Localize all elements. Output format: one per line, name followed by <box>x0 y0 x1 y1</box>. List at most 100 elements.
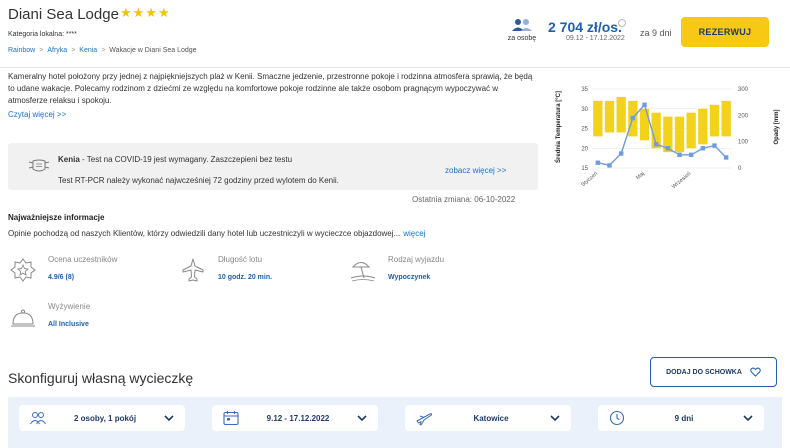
y-tick-right: 200 <box>738 113 749 119</box>
people-icon <box>512 19 532 31</box>
food-cloche-icon <box>11 309 35 327</box>
temperature-bar <box>709 104 720 137</box>
dates-dropdown[interactable]: 9.12 - 17.12.2022 <box>212 405 378 431</box>
face-mask-icon <box>28 159 50 172</box>
temperature-bar <box>616 96 626 133</box>
y-tick-left: 30 <box>581 107 588 113</box>
participants-value: 2 osoby, 1 pokój <box>73 413 137 423</box>
beach-icon <box>350 262 376 282</box>
precipitation-point <box>700 146 706 151</box>
temperature-bar <box>674 116 685 153</box>
chevron-down-icon <box>743 415 753 422</box>
precipitation-point <box>688 152 694 158</box>
breadcrumb-separator: > <box>71 47 76 54</box>
covid-title-text: - Test na COVID-19 jest wymagany. Zaszcz… <box>79 155 293 164</box>
breadcrumb-item-current: Wakacje w Diani Sea Lodge <box>109 47 197 54</box>
precipitation-point <box>712 143 717 148</box>
y-axis-label-right: Opady [mm] <box>774 109 780 144</box>
covid-more-link[interactable]: zobacz więcej >> <box>445 166 506 175</box>
important-info-title: Najważniejsze informacje <box>8 213 105 222</box>
price-dates: 09.12 - 17.12.2022 <box>566 35 625 42</box>
climate-chart: 15 20 25 30 35 0 100 200 300 Styczeń Maj Wrzesień Ś… <box>555 87 780 190</box>
hotel-title: Diani Sea Lodge <box>8 6 119 23</box>
covid-country: Kenia <box>58 155 80 164</box>
airplane-icon <box>182 258 204 282</box>
precipitation-point <box>677 152 682 158</box>
clock-icon <box>609 410 625 426</box>
clipboard-label: DODAJ DO SCHOWKA <box>666 368 742 376</box>
precipitation-point <box>630 115 636 121</box>
temperature-bar <box>698 108 708 145</box>
breadcrumb-separator: > <box>101 47 106 54</box>
temperature-bar <box>593 100 603 137</box>
covid-text: Test RT-PCR należy wykonać najwcześniej … <box>58 176 339 185</box>
chevron-down-icon <box>357 415 367 422</box>
book-button[interactable]: REZERWUJ <box>681 17 769 47</box>
chevron-down-icon <box>164 415 174 422</box>
y-axis-label-left: Średnia Temperatura [°C] <box>555 91 562 163</box>
precipitation-point <box>595 160 601 165</box>
y-tick-right: 300 <box>738 87 749 93</box>
y-tick-right: 0 <box>738 166 742 172</box>
breadcrumb-item-kenia[interactable]: Kenia <box>79 47 97 54</box>
hotel-description: Kameralny hotel położony przy jednej z n… <box>8 72 533 105</box>
temperature-bar <box>604 100 615 133</box>
breadcrumb: Rainbow > Afryka > Kenia > Wakacje w Dia… <box>8 47 197 54</box>
plane-departure-icon <box>416 413 433 426</box>
persons-label: za osobę <box>507 35 537 42</box>
price: 2 704 zł/os. <box>548 19 622 35</box>
star-badge-icon <box>10 258 36 282</box>
breadcrumb-item-afryka[interactable]: Afryka <box>47 47 67 54</box>
hotel-stars: ★★★★ <box>120 5 171 20</box>
persons-indicator: za osobę <box>502 18 542 42</box>
calendar-icon <box>223 411 239 426</box>
y-tick-left: 25 <box>581 127 588 133</box>
temperature-bar <box>686 112 696 149</box>
precipitation-point <box>618 151 624 156</box>
board-label: Wyżywienie <box>48 302 91 311</box>
breadcrumb-item-rainbow[interactable]: Rainbow <box>8 47 35 54</box>
x-tick-label: Styczeń <box>580 171 599 188</box>
dates-value: 9.12 - 17.12.2022 <box>266 413 330 423</box>
duration-dropdown[interactable]: 9 dni <box>598 405 764 431</box>
y-tick-right: 100 <box>738 140 749 146</box>
header-divider <box>0 67 790 68</box>
x-tick-label: Maj <box>635 171 646 181</box>
add-to-clipboard-button[interactable]: DODAJ DO SCHOWKA <box>650 357 777 387</box>
precipitation-point <box>653 142 659 147</box>
flight-duration-value: 10 godz. 20 min. <box>218 274 273 281</box>
board-value: All Inclusive <box>48 321 89 328</box>
y-tick-left: 15 <box>581 166 588 172</box>
trip-type-label: Rodzaj wyjazdu <box>388 255 445 264</box>
temperature-bars <box>593 96 731 153</box>
participants-dropdown[interactable]: 2 osoby, 1 pokój <box>19 405 185 431</box>
chevron-down-icon <box>550 415 560 422</box>
configurator-title: Skonfiguruj własną wycieczkę <box>8 370 194 386</box>
rating-value[interactable]: 4.9/6 (8) <box>48 274 74 281</box>
flight-duration-label: Długość lotu <box>218 255 263 264</box>
precipitation-point <box>665 146 671 151</box>
departure-value: Katowice <box>473 413 509 423</box>
precipitation-line <box>595 102 729 168</box>
local-category: Kategoria lokalna: **** <box>8 31 77 38</box>
info-icon[interactable] <box>618 19 626 27</box>
nights-count: za 9 dni <box>640 28 672 38</box>
temperature-bar <box>721 100 731 137</box>
precipitation-point <box>723 155 729 160</box>
important-info-text: Opinie pochodzą od naszych Klientów, któ… <box>8 229 425 238</box>
covid-title: Kenia - Test na COVID-19 jest wymagany. … <box>58 155 292 164</box>
x-tick-label: Wrzesień <box>671 171 692 190</box>
trip-type-value: Wypoczynek <box>388 274 431 281</box>
precipitation-point <box>642 102 647 107</box>
read-more-link[interactable]: Czytaj więcej >> <box>8 110 66 119</box>
people-icon <box>30 412 46 425</box>
precipitation-point <box>607 163 612 168</box>
rating-label: Ocena uczestników <box>48 255 118 264</box>
departure-dropdown[interactable]: Katowice <box>405 405 571 431</box>
more-link[interactable]: więcej <box>403 229 425 238</box>
last-change-date: Ostatnia zmiana: 06-10-2022 <box>412 195 516 204</box>
duration-value: 9 dni <box>674 413 694 423</box>
y-tick-left: 35 <box>581 87 588 93</box>
y-tick-left: 20 <box>581 146 588 152</box>
breadcrumb-separator: > <box>39 47 44 54</box>
